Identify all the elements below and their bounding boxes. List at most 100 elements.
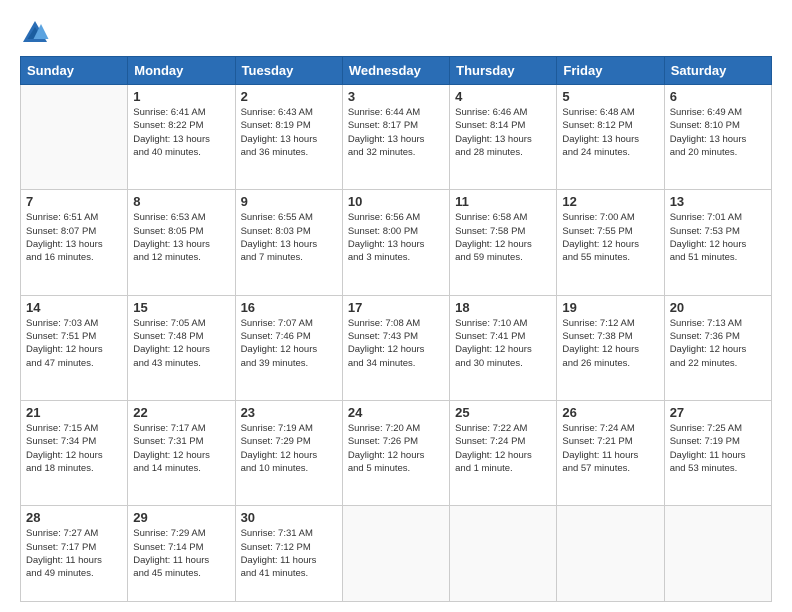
day-info: Sunrise: 6:44 AM Sunset: 8:17 PM Dayligh… [348, 106, 444, 159]
day-number: 17 [348, 300, 444, 315]
day-number: 1 [133, 89, 229, 104]
week-row-2: 14 Sunrise: 7:03 AM Sunset: 7:51 PM Dayli… [21, 295, 772, 400]
week-row-4: 28 Sunrise: 7:27 AM Sunset: 7:17 PM Dayli… [21, 506, 772, 602]
day-info: Sunrise: 6:46 AM Sunset: 8:14 PM Dayligh… [455, 106, 551, 159]
day-info: Sunrise: 7:25 AM Sunset: 7:19 PM Dayligh… [670, 422, 766, 475]
day-cell: 24Sunrise: 7:20 AM Sunset: 7:26 PM Dayli… [342, 400, 449, 505]
day-info: Sunrise: 6:58 AM Sunset: 7:58 PM Dayligh… [455, 211, 551, 264]
day-cell: 16 Sunrise: 7:07 AM Sunset: 7:46 PM Dayli… [235, 295, 342, 400]
day-cell: 12 Sunrise: 7:00 AM Sunset: 7:55 PM Dayli… [557, 190, 664, 295]
day-info: Sunrise: 7:03 AM Sunset: 7:51 PM Dayligh… [26, 317, 122, 370]
day-number: 3 [348, 89, 444, 104]
day-number: 18 [455, 300, 551, 315]
day-cell: 19Sunrise: 7:12 AM Sunset: 7:38 PM Dayli… [557, 295, 664, 400]
day-number: 8 [133, 194, 229, 209]
day-cell: 20Sunrise: 7:13 AM Sunset: 7:36 PM Dayli… [664, 295, 771, 400]
day-info: Sunrise: 7:31 AM Sunset: 7:12 PM Dayligh… [241, 527, 337, 580]
day-info: Sunrise: 7:24 AM Sunset: 7:21 PM Dayligh… [562, 422, 658, 475]
day-number: 13 [670, 194, 766, 209]
day-cell: 23Sunrise: 7:19 AM Sunset: 7:29 PM Dayli… [235, 400, 342, 505]
day-cell: 2 Sunrise: 6:43 AM Sunset: 8:19 PM Daylig… [235, 85, 342, 190]
day-cell [21, 85, 128, 190]
day-info: Sunrise: 6:51 AM Sunset: 8:07 PM Dayligh… [26, 211, 122, 264]
day-number: 14 [26, 300, 122, 315]
day-cell [450, 506, 557, 602]
day-info: Sunrise: 7:01 AM Sunset: 7:53 PM Dayligh… [670, 211, 766, 264]
col-header-sunday: Sunday [21, 57, 128, 85]
day-cell: 17 Sunrise: 7:08 AM Sunset: 7:43 PM Dayli… [342, 295, 449, 400]
day-cell: 3 Sunrise: 6:44 AM Sunset: 8:17 PM Daylig… [342, 85, 449, 190]
day-number: 30 [241, 510, 337, 525]
day-number: 29 [133, 510, 229, 525]
day-info: Sunrise: 7:13 AM Sunset: 7:36 PM Dayligh… [670, 317, 766, 370]
day-info: Sunrise: 6:56 AM Sunset: 8:00 PM Dayligh… [348, 211, 444, 264]
day-info: Sunrise: 7:10 AM Sunset: 7:41 PM Dayligh… [455, 317, 551, 370]
day-cell: 4 Sunrise: 6:46 AM Sunset: 8:14 PM Daylig… [450, 85, 557, 190]
day-cell: 30 Sunrise: 7:31 AM Sunset: 7:12 PM Dayli… [235, 506, 342, 602]
week-row-1: 7 Sunrise: 6:51 AM Sunset: 8:07 PM Daylig… [21, 190, 772, 295]
day-info: Sunrise: 7:05 AM Sunset: 7:48 PM Dayligh… [133, 317, 229, 370]
day-number: 25 [455, 405, 551, 420]
day-number: 7 [26, 194, 122, 209]
day-cell: 28 Sunrise: 7:27 AM Sunset: 7:17 PM Dayli… [21, 506, 128, 602]
day-cell: 8Sunrise: 6:53 AM Sunset: 8:05 PM Daylig… [128, 190, 235, 295]
day-info: Sunrise: 7:08 AM Sunset: 7:43 PM Dayligh… [348, 317, 444, 370]
day-cell: 13 Sunrise: 7:01 AM Sunset: 7:53 PM Dayli… [664, 190, 771, 295]
day-number: 11 [455, 194, 551, 209]
col-header-tuesday: Tuesday [235, 57, 342, 85]
day-cell: 25 Sunrise: 7:22 AM Sunset: 7:24 PM Dayli… [450, 400, 557, 505]
day-info: Sunrise: 7:27 AM Sunset: 7:17 PM Dayligh… [26, 527, 122, 580]
day-info: Sunrise: 7:22 AM Sunset: 7:24 PM Dayligh… [455, 422, 551, 475]
day-cell: 18 Sunrise: 7:10 AM Sunset: 7:41 PM Dayli… [450, 295, 557, 400]
page: SundayMondayTuesdayWednesdayThursdayFrid… [0, 0, 792, 612]
calendar-table: SundayMondayTuesdayWednesdayThursdayFrid… [20, 56, 772, 602]
day-number: 21 [26, 405, 122, 420]
day-info: Sunrise: 6:41 AM Sunset: 8:22 PM Dayligh… [133, 106, 229, 159]
header-row: SundayMondayTuesdayWednesdayThursdayFrid… [21, 57, 772, 85]
day-info: Sunrise: 6:55 AM Sunset: 8:03 PM Dayligh… [241, 211, 337, 264]
day-info: Sunrise: 7:00 AM Sunset: 7:55 PM Dayligh… [562, 211, 658, 264]
day-cell: 29 Sunrise: 7:29 AM Sunset: 7:14 PM Dayli… [128, 506, 235, 602]
day-number: 2 [241, 89, 337, 104]
day-cell: 9 Sunrise: 6:55 AM Sunset: 8:03 PM Daylig… [235, 190, 342, 295]
day-info: Sunrise: 7:29 AM Sunset: 7:14 PM Dayligh… [133, 527, 229, 580]
day-number: 26 [562, 405, 658, 420]
day-info: Sunrise: 6:49 AM Sunset: 8:10 PM Dayligh… [670, 106, 766, 159]
day-cell: 22Sunrise: 7:17 AM Sunset: 7:31 PM Dayli… [128, 400, 235, 505]
col-header-friday: Friday [557, 57, 664, 85]
day-number: 16 [241, 300, 337, 315]
day-info: Sunrise: 6:43 AM Sunset: 8:19 PM Dayligh… [241, 106, 337, 159]
day-number: 15 [133, 300, 229, 315]
day-cell [557, 506, 664, 602]
day-number: 22 [133, 405, 229, 420]
day-number: 10 [348, 194, 444, 209]
day-number: 6 [670, 89, 766, 104]
day-info: Sunrise: 7:20 AM Sunset: 7:26 PM Dayligh… [348, 422, 444, 475]
week-row-0: 1 Sunrise: 6:41 AM Sunset: 8:22 PM Daylig… [21, 85, 772, 190]
week-row-3: 21 Sunrise: 7:15 AM Sunset: 7:34 PM Dayli… [21, 400, 772, 505]
day-cell: 11 Sunrise: 6:58 AM Sunset: 7:58 PM Dayli… [450, 190, 557, 295]
day-cell [342, 506, 449, 602]
day-cell: 21 Sunrise: 7:15 AM Sunset: 7:34 PM Dayli… [21, 400, 128, 505]
day-number: 28 [26, 510, 122, 525]
day-info: Sunrise: 7:07 AM Sunset: 7:46 PM Dayligh… [241, 317, 337, 370]
day-cell: 26 Sunrise: 7:24 AM Sunset: 7:21 PM Dayli… [557, 400, 664, 505]
day-number: 5 [562, 89, 658, 104]
logo-icon [20, 18, 50, 48]
day-cell: 15 Sunrise: 7:05 AM Sunset: 7:48 PM Dayli… [128, 295, 235, 400]
col-header-saturday: Saturday [664, 57, 771, 85]
day-cell: 1 Sunrise: 6:41 AM Sunset: 8:22 PM Daylig… [128, 85, 235, 190]
day-cell: 6 Sunrise: 6:49 AM Sunset: 8:10 PM Daylig… [664, 85, 771, 190]
col-header-monday: Monday [128, 57, 235, 85]
day-cell: 27 Sunrise: 7:25 AM Sunset: 7:19 PM Dayli… [664, 400, 771, 505]
day-number: 19 [562, 300, 658, 315]
day-number: 4 [455, 89, 551, 104]
day-number: 9 [241, 194, 337, 209]
day-cell: 7 Sunrise: 6:51 AM Sunset: 8:07 PM Daylig… [21, 190, 128, 295]
day-info: Sunrise: 7:15 AM Sunset: 7:34 PM Dayligh… [26, 422, 122, 475]
day-number: 27 [670, 405, 766, 420]
day-cell: 10 Sunrise: 6:56 AM Sunset: 8:00 PM Dayli… [342, 190, 449, 295]
day-number: 12 [562, 194, 658, 209]
logo [20, 18, 54, 48]
day-cell: 5Sunrise: 6:48 AM Sunset: 8:12 PM Daylig… [557, 85, 664, 190]
